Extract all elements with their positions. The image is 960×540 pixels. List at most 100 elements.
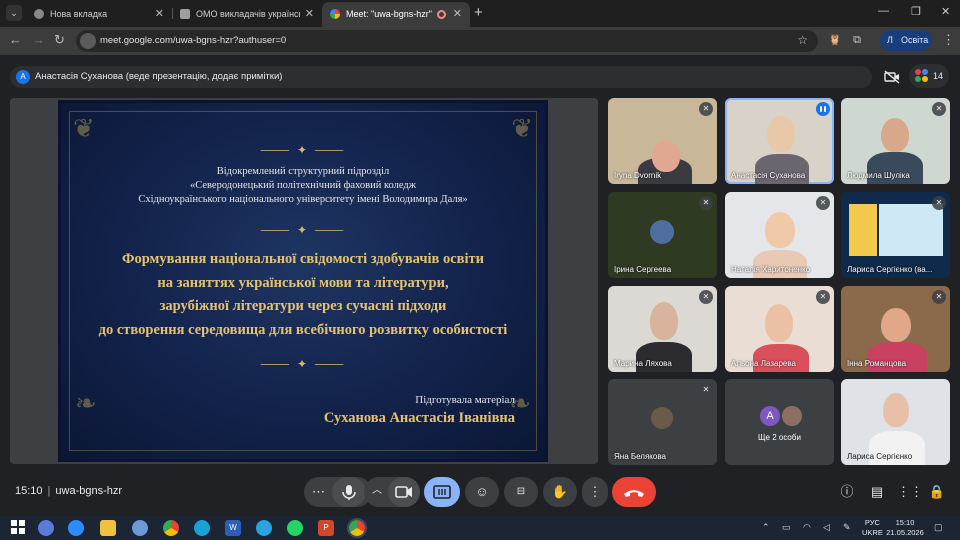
- notifications-icon[interactable]: ▢: [934, 522, 943, 533]
- meet-icon: [330, 9, 340, 19]
- chevron-up-icon[interactable]: ⌃: [762, 522, 770, 533]
- participant-tile[interactable]: ✕ Ірина Сергеева: [608, 192, 717, 278]
- pen-icon[interactable]: ✎: [843, 522, 851, 533]
- participant-tile[interactable]: ✕ Інна Романцова: [841, 286, 950, 372]
- mic-off-icon: ✕: [932, 196, 946, 210]
- speaker-icon[interactable]: ◁: [823, 522, 830, 533]
- participant-face: [765, 212, 795, 248]
- raise-hand-button[interactable]: ✋: [543, 477, 577, 507]
- close-icon[interactable]: ✕: [453, 7, 462, 20]
- people-button[interactable]: 14: [909, 64, 949, 88]
- participant-tile[interactable]: ✕ Марина Ляхова: [608, 286, 717, 372]
- speaking-icon: [816, 102, 830, 116]
- back-icon[interactable]: ←: [9, 32, 22, 47]
- end-call-button[interactable]: [612, 477, 656, 507]
- more-options-button[interactable]: ⋮: [582, 477, 608, 507]
- app-icon[interactable]: [38, 520, 54, 536]
- tab-omo[interactable]: ОМО викладачів української ✕: [172, 2, 322, 27]
- maximize-icon[interactable]: ❐: [911, 5, 921, 18]
- windows-icon[interactable]: [10, 520, 26, 536]
- participant-tile[interactable]: ✕ Альона Лазарева: [725, 286, 834, 372]
- mic-off-icon: ✕: [816, 290, 830, 304]
- presenter-banner[interactable]: А Анастасія Суханова (веде презентацію, …: [10, 66, 872, 88]
- close-icon[interactable]: ✕: [941, 5, 950, 18]
- ornament-icon: ❦: [511, 113, 533, 143]
- meeting-info: 15:10 | uwa-bgns-hzr: [15, 485, 123, 497]
- present-icon: [433, 485, 451, 499]
- star-icon[interactable]: ☆: [797, 33, 808, 47]
- zoom-icon[interactable]: [68, 520, 84, 536]
- extension-owl-icon[interactable]: 🦉: [828, 33, 842, 47]
- participant-tile[interactable]: Лариса Сергієнко: [841, 379, 950, 465]
- battery-icon[interactable]: ▭: [782, 522, 791, 533]
- presentation-slide: ❦ ❦ ❧ ❧ ⸻ ✦ ⸻ Відокремлений структурний …: [58, 100, 548, 462]
- chat-icon[interactable]: ▤: [867, 482, 887, 502]
- folder-icon[interactable]: [100, 520, 116, 536]
- camera-icon: [395, 486, 412, 498]
- audio-settings-icon[interactable]: ⋯: [312, 477, 325, 507]
- captions-button[interactable]: ⊟: [504, 477, 538, 507]
- slide-organization: Відокремлений структурний підрозділ «Сев…: [138, 166, 468, 205]
- browser-toolbar: ← → ↻ meet.google.com/uwa-bgns-hzr?authu…: [0, 27, 960, 55]
- tab-search-button[interactable]: ⌄: [6, 5, 22, 21]
- mic-off-icon: ✕: [816, 196, 830, 210]
- emoji-button[interactable]: ☺: [465, 477, 499, 507]
- site-info-icon[interactable]: [80, 33, 96, 49]
- lock-icon[interactable]: 🔒: [927, 482, 947, 502]
- ornament-icon: ❧: [75, 388, 97, 418]
- word-icon[interactable]: W: [225, 520, 241, 536]
- mic-off-icon: ✕: [932, 102, 946, 116]
- mic-off-icon: ✕: [932, 290, 946, 304]
- participant-face: [767, 116, 795, 152]
- tab-new[interactable]: Нова вкладка ✕: [26, 2, 172, 27]
- forward-icon[interactable]: →: [32, 32, 45, 47]
- tab-meet[interactable]: Meet: "uwa-bgns-hzr" ✕: [322, 2, 470, 27]
- more-participants-tile[interactable]: A Ще 2 особи: [725, 379, 834, 465]
- reload-icon[interactable]: ↻: [54, 32, 65, 48]
- taskbar-clock[interactable]: 15:10 21.05.2026: [885, 518, 925, 538]
- slide-author: Суханова Анастасія Іванівна: [323, 410, 515, 426]
- participant-tile[interactable]: ✕ Наталія Харитоненко: [725, 192, 834, 278]
- address-bar[interactable]: meet.google.com/uwa-bgns-hzr?authuser=0 …: [76, 30, 818, 52]
- participant-face: [883, 393, 909, 427]
- shared-screen-thumbnail: [849, 204, 877, 256]
- profile-button[interactable]: Л Освіта: [880, 30, 932, 51]
- activities-icon[interactable]: ⋮⋮: [897, 482, 923, 502]
- chrome-icon[interactable]: [163, 520, 179, 536]
- plus-icon[interactable]: +: [474, 4, 483, 21]
- powerpoint-icon[interactable]: P: [318, 520, 334, 536]
- avatar: [782, 406, 802, 426]
- close-icon[interactable]: ✕: [155, 7, 164, 20]
- audio-controls: ⋯: [304, 477, 372, 507]
- participant-tile[interactable]: ✕ Яна Белякова: [608, 379, 717, 465]
- os-taskbar: W P ⌃ ▭ ◠ ◁ ✎ РУС UKRE 15:10 21.05.2026 …: [0, 516, 960, 540]
- language-indicator[interactable]: РУС UKRE: [862, 518, 883, 538]
- whatsapp-icon[interactable]: [287, 520, 303, 536]
- minimize-icon[interactable]: —: [878, 5, 889, 17]
- participant-face: [652, 140, 680, 172]
- edge-icon[interactable]: [194, 520, 210, 536]
- presentation-stage: ❦ ❦ ❧ ❧ ⸻ ✦ ⸻ Відокремлений структурний …: [10, 98, 598, 464]
- mic-off-icon: ✕: [699, 290, 713, 304]
- participant-tile-screen[interactable]: ✕ Лариса Сергієнко (ва...: [841, 192, 950, 278]
- present-button[interactable]: [424, 477, 460, 507]
- close-icon[interactable]: ✕: [305, 7, 314, 20]
- participant-tile[interactable]: ✕ Людмила Шуліка: [841, 98, 950, 184]
- telegram-icon[interactable]: [256, 520, 272, 536]
- camera-off-icon[interactable]: [883, 68, 901, 86]
- end-call-icon: [624, 490, 644, 497]
- kebab-icon[interactable]: ⋮: [942, 32, 955, 48]
- participant-tile[interactable]: ✕ Iryna Dvornik: [608, 98, 717, 184]
- participant-tile-speaking[interactable]: Анастасія Суханова: [725, 98, 834, 184]
- wifi-icon[interactable]: ◠: [803, 522, 811, 533]
- mic-icon: [342, 485, 356, 500]
- flourish-top: ⸻ ✦ ⸻: [260, 143, 346, 157]
- chevron-up-icon[interactable]: ︿: [372, 476, 382, 506]
- chrome-active-icon[interactable]: [347, 518, 367, 538]
- ornament-icon: ❦: [73, 113, 95, 143]
- info-icon[interactable]: ⓘ: [837, 482, 857, 502]
- mic-button[interactable]: [332, 477, 366, 507]
- extension-icon[interactable]: ⧉: [850, 33, 864, 47]
- app-icon[interactable]: [132, 520, 148, 536]
- camera-button[interactable]: [388, 477, 420, 507]
